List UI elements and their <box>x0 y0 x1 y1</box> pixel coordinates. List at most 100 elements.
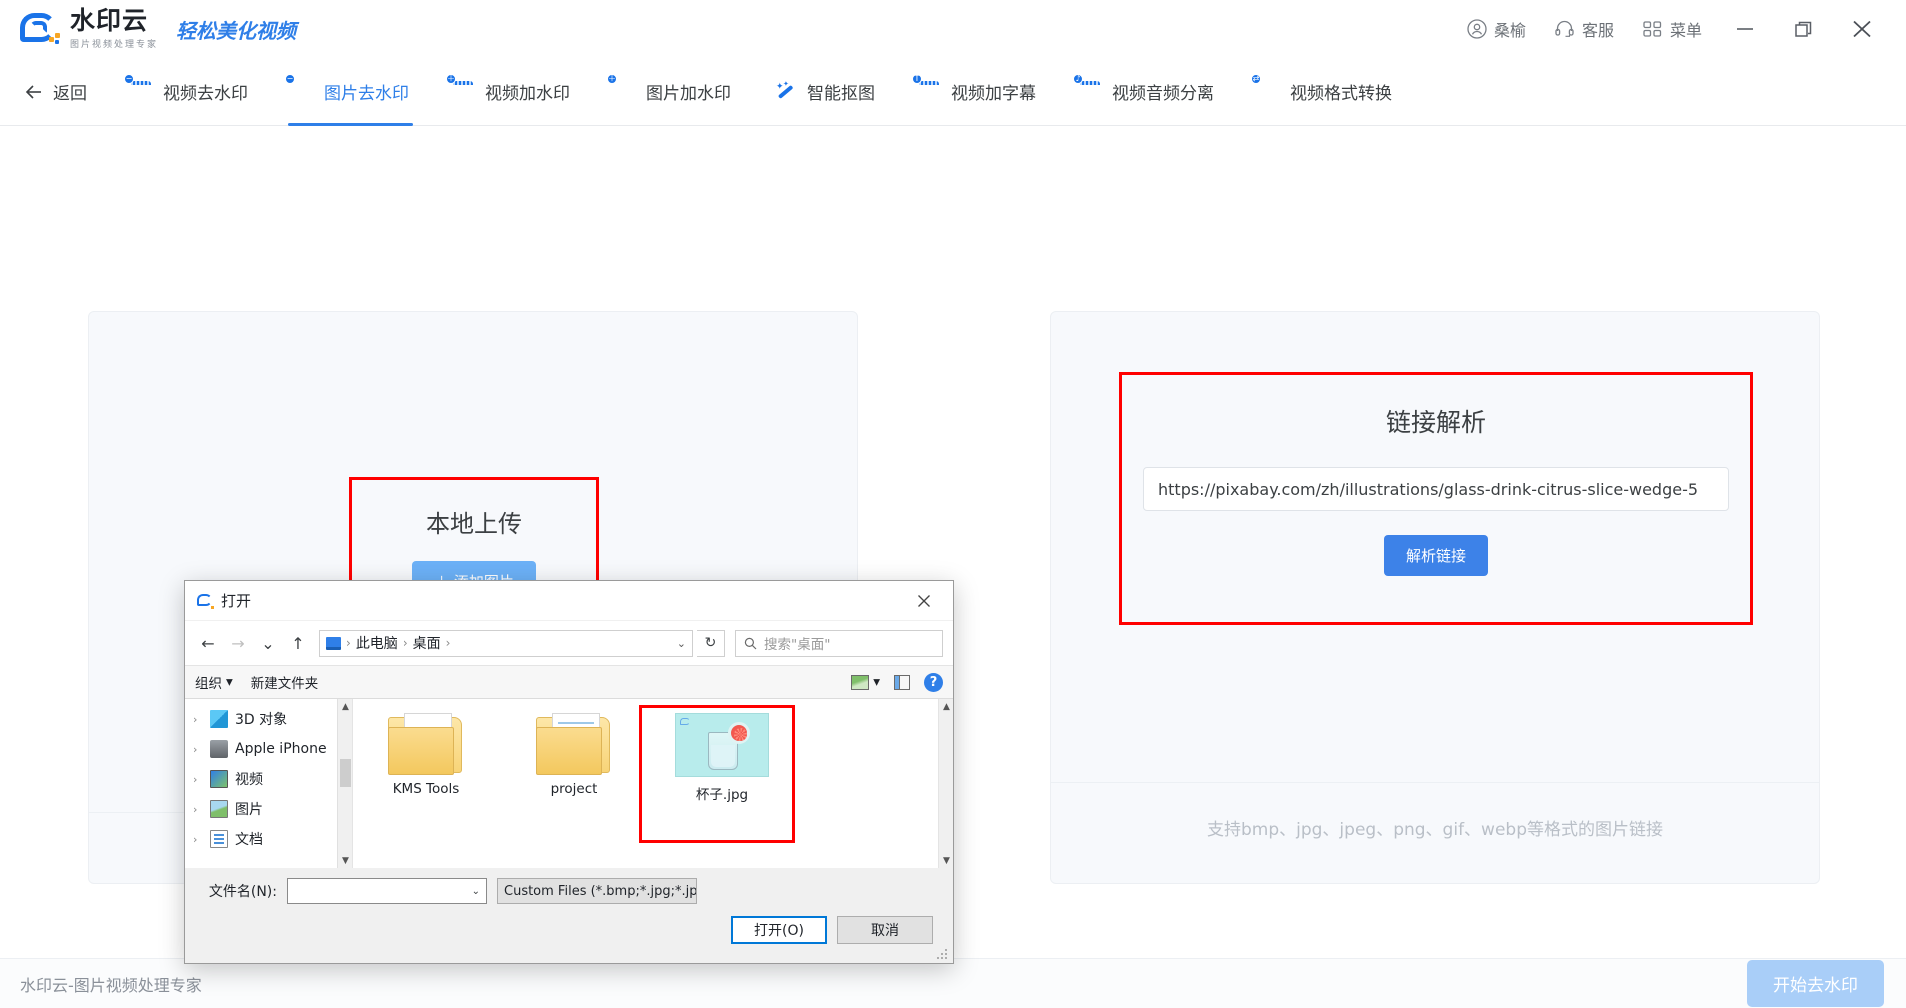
image-url-input[interactable] <box>1143 467 1729 511</box>
filetype-select[interactable]: Custom Files (*.bmp;*.jpg;*.jp ⌄ <box>497 878 697 904</box>
chevron-right-icon[interactable]: › <box>193 803 203 816</box>
dialog-recent-locations-button[interactable]: ⌄ <box>255 630 281 656</box>
tab-label: 视频音频分离 <box>1112 84 1214 104</box>
dialog-breadcrumb[interactable]: › 此电脑 › 桌面 › ⌄ <box>319 629 693 657</box>
file-name-label: 杯子.jpg <box>695 787 749 803</box>
tree-item-pictures[interactable]: › 图片 <box>185 794 352 824</box>
chevron-right-icon[interactable]: › <box>193 833 203 846</box>
dialog-forward-button[interactable]: → <box>225 630 251 656</box>
file-item-selected[interactable]: 杯子.jpg <box>663 713 781 803</box>
menu-button[interactable]: 菜单 <box>1628 9 1716 49</box>
image-remove-icon: − <box>285 68 314 103</box>
tab-smart-cutout[interactable]: ✦ ✦ 智能抠图 <box>753 58 897 126</box>
filename-input[interactable]: ⌄ <box>287 878 487 904</box>
tab-label: 视频去水印 <box>163 84 248 104</box>
breadcrumb-item-1[interactable]: 桌面 <box>413 633 441 653</box>
chevron-right-icon[interactable]: › <box>193 743 203 756</box>
change-view-button[interactable]: ▾ <box>851 674 880 690</box>
close-button[interactable] <box>1832 10 1892 48</box>
preview-pane-icon[interactable] <box>894 674 910 690</box>
dialog-folder-tree: › 3D 对象 › Apple iPhone › 视频 › 图片 › 文档 ▲ … <box>185 699 353 868</box>
tree-item-label: 文档 <box>235 832 263 848</box>
dialog-footer: 文件名(N): ⌄ Custom Files (*.bmp;*.jpg;*.jp… <box>185 868 953 944</box>
image-add-icon: ＋ <box>607 68 636 103</box>
local-upload-title: 本地上传 <box>426 510 522 538</box>
tab-image-add-watermark[interactable]: ＋ 图片加水印 <box>592 58 753 126</box>
grid-menu-icon <box>1642 19 1663 39</box>
organize-button[interactable]: 组织 ▾ <box>195 672 233 692</box>
tree-item-videos[interactable]: › 视频 <box>185 764 352 794</box>
dialog-footer-row: 文件名(N): ⌄ Custom Files (*.bmp;*.jpg;*.jp… <box>199 878 939 904</box>
scroll-up-icon[interactable]: ▲ <box>338 699 352 714</box>
magic-wand-icon: ✦ ✦ <box>775 80 797 103</box>
resize-grip[interactable] <box>937 948 949 960</box>
title-bar: 水印云 图片视频处理专家 轻松美化视频 桑榆 客服 菜单 <box>0 0 1906 58</box>
tab-video-audio-split[interactable]: ♪ 视频音频分离 <box>1058 58 1236 126</box>
user-account-button[interactable]: 桑榆 <box>1453 9 1540 49</box>
user-avatar-icon <box>1467 19 1487 39</box>
tab-video-add-watermark[interactable]: ＋ 视频加水印 <box>431 58 592 126</box>
maximize-icon <box>1792 19 1814 39</box>
menu-label: 菜单 <box>1669 21 1702 40</box>
chevron-down-icon[interactable]: ⌄ <box>472 886 480 897</box>
dialog-body: › 3D 对象 › Apple iPhone › 视频 › 图片 › 文档 ▲ … <box>185 699 953 868</box>
tree-item-apple-iphone[interactable]: › Apple iPhone <box>185 734 352 764</box>
file-name-label: project <box>550 781 598 797</box>
tab-video-remove-watermark[interactable]: − 视频去水印 <box>109 58 270 126</box>
file-name-label: KMS Tools <box>392 781 460 797</box>
file-item[interactable]: KMS Tools <box>367 713 485 803</box>
dialog-refresh-button[interactable]: ↻ <box>697 629 725 657</box>
file-list-scrollbar[interactable]: ▲ ▼ <box>938 699 953 868</box>
help-icon[interactable]: ? <box>924 672 943 692</box>
chevron-down-icon: ▾ <box>226 674 233 690</box>
tab-label: 图片去水印 <box>324 84 409 104</box>
scroll-thumb[interactable] <box>340 759 351 787</box>
link-parse-title: 链接解析 <box>1385 408 1486 437</box>
file-item[interactable]: project <box>515 713 633 803</box>
tab-video-subtitle[interactable]: T 视频加字幕 <box>897 58 1058 126</box>
start-remove-watermark-button[interactable]: 开始去水印 <box>1747 960 1884 1007</box>
breadcrumb-dropdown-icon[interactable]: ⌄ <box>677 637 686 650</box>
minimize-icon <box>1734 19 1756 39</box>
minimize-button[interactable] <box>1716 11 1774 47</box>
scroll-down-icon[interactable]: ▼ <box>338 853 352 868</box>
back-button[interactable]: 返回 <box>18 58 109 126</box>
dialog-open-button[interactable]: 打开(O) <box>731 916 827 944</box>
dialog-back-button[interactable]: ← <box>195 630 221 656</box>
dialog-search-box[interactable]: 搜索"桌面" <box>735 629 943 657</box>
brand-subtitle: 图片视频处理专家 <box>70 39 159 49</box>
dialog-cancel-button[interactable]: 取消 <box>837 916 933 944</box>
new-folder-button[interactable]: 新建文件夹 <box>251 672 319 692</box>
tab-image-remove-watermark[interactable]: − 图片去水印 <box>270 58 431 126</box>
scroll-down-icon[interactable]: ▼ <box>939 853 953 868</box>
parse-link-button[interactable]: 解析链接 <box>1383 535 1488 576</box>
breadcrumb-separator: › <box>402 636 408 650</box>
file-grid: KMS Tools project 杯子.jpg <box>353 699 953 803</box>
maximize-button[interactable] <box>1774 11 1832 47</box>
dialog-app-icon <box>197 592 214 609</box>
customer-service-label: 客服 <box>1581 21 1614 40</box>
dialog-close-button[interactable] <box>903 588 945 614</box>
chevron-right-icon[interactable]: › <box>193 713 203 726</box>
scroll-up-icon[interactable]: ▲ <box>939 699 953 714</box>
customer-service-button[interactable]: 客服 <box>1540 9 1628 49</box>
watermark-icon <box>680 718 692 728</box>
app-logo-icon <box>18 7 62 51</box>
dialog-toolbar: 组织 ▾ 新建文件夹 ▾ ? <box>185 665 953 699</box>
tree-item-documents[interactable]: › 文档 <box>185 824 352 854</box>
open-file-dialog: 打开 ← → ⌄ ↑ › 此电脑 › 桌面 › ⌄ ↻ 搜索"桌面" 组织 ▾ … <box>184 580 954 964</box>
chevron-right-icon[interactable]: › <box>193 773 203 786</box>
window-controls: 桑榆 客服 菜单 <box>1453 9 1906 49</box>
folder-icon <box>388 713 464 775</box>
dialog-up-button[interactable]: ↑ <box>285 630 311 656</box>
dialog-nav-bar: ← → ⌄ ↑ › 此电脑 › 桌面 › ⌄ ↻ 搜索"桌面" <box>185 621 953 665</box>
tree-scrollbar[interactable]: ▲ ▼ <box>337 699 352 868</box>
image-thumbnail <box>675 713 769 777</box>
breadcrumb-item-0[interactable]: 此电脑 <box>356 633 398 653</box>
tab-video-format-convert[interactable]: MP4 ⇄ 视频格式转换 <box>1236 58 1414 126</box>
video-folder-icon <box>210 770 228 788</box>
link-parse-card: 链接解析 解析链接 支持bmp、jpg、jpeg、png、gif、webp等格式… <box>1050 311 1820 884</box>
video-audio-icon: ♪ <box>1073 73 1102 103</box>
tree-item-label: Apple iPhone <box>235 741 327 757</box>
tree-item-3d-objects[interactable]: › 3D 对象 <box>185 704 352 734</box>
